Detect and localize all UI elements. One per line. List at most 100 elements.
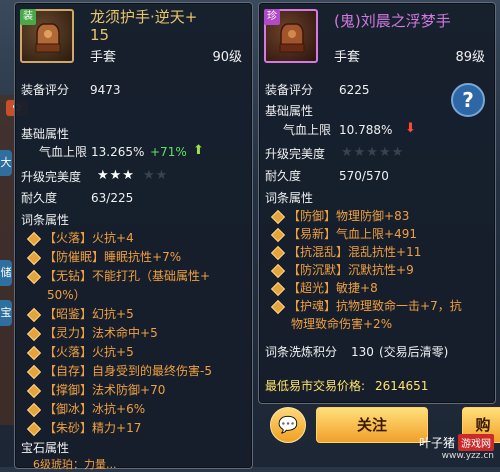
diamond-bullet-icon bbox=[26, 269, 42, 284]
score-label: 装备评分 bbox=[265, 83, 314, 97]
affix-row: 【撑御】法术防御+70 bbox=[26, 383, 166, 398]
affix-row: 【易新】气血上限+491 bbox=[270, 227, 417, 242]
affix-text: 冰抗+6% bbox=[92, 402, 146, 416]
stars-empty: ★★ bbox=[143, 168, 169, 183]
affix-text: 法术防御+70 bbox=[92, 383, 166, 397]
affix-tag: 【护魂】 bbox=[288, 299, 337, 313]
wash-value: 130 bbox=[351, 345, 374, 359]
affix-text: 法术命中+5 bbox=[92, 326, 158, 340]
affix-tag: 【撑御】 bbox=[44, 383, 93, 397]
affix-row: 【御冰】冰抗+6% bbox=[26, 402, 146, 417]
watermark-url: www.yzz.cn bbox=[441, 451, 494, 461]
item-name: 龙须护手·逆天+ bbox=[90, 8, 198, 26]
affix-text: 幻抗+5 bbox=[92, 307, 134, 321]
base-stat-name: 气血上限 bbox=[283, 123, 332, 137]
diamond-bullet-icon bbox=[270, 245, 286, 260]
base-attr-label: 基础属性 bbox=[21, 127, 70, 141]
affix-text: 精力+17 bbox=[92, 421, 142, 435]
diamond-bullet-icon bbox=[270, 263, 286, 278]
equipped-item-tooltip: 装 龙须护手·逆天+ 15 手套 90级 装备评分 9473 基础属性 气血上限… bbox=[14, 2, 253, 471]
affix-text: 敏捷+8 bbox=[336, 281, 378, 295]
affix-tag: 【火落】 bbox=[44, 231, 93, 245]
item-type: 手套 bbox=[90, 50, 117, 65]
affix-row: 50%） bbox=[47, 288, 86, 302]
base-stat-name: 气血上限 bbox=[39, 145, 88, 159]
wash-label: 词条洗炼积分 bbox=[265, 345, 338, 359]
diamond-bullet-icon bbox=[26, 326, 42, 341]
chat-icon[interactable]: 💬 bbox=[270, 407, 306, 443]
affix-label: 词条属性 bbox=[265, 191, 314, 205]
durability-value: 63/225 bbox=[91, 191, 134, 205]
affix-row: 【防催眠】睡眠抗性+7% bbox=[26, 250, 182, 265]
arrow-up-icon: ⬆ bbox=[193, 143, 204, 158]
diamond-bullet-icon bbox=[26, 364, 42, 379]
score-label: 装备评分 bbox=[21, 83, 70, 97]
watermark-brand: 叶子猪 bbox=[418, 436, 455, 450]
affix-tag: 【御冰】 bbox=[44, 402, 93, 416]
item-name-suffix: 15 bbox=[90, 26, 110, 44]
stars-empty: ★★★★★ bbox=[341, 145, 405, 160]
affix-text: 物理防御+83 bbox=[336, 209, 410, 223]
item-level: 89级 bbox=[455, 50, 485, 65]
affix-tag: 【无钻】 bbox=[44, 269, 93, 283]
affix-tag: 【朱砂】 bbox=[44, 421, 93, 435]
affix-row: 【抗混乱】混乱抗性+11 bbox=[270, 245, 421, 260]
stars-filled: ★★★ bbox=[97, 168, 135, 183]
affix-text: 睡眠抗性+7% bbox=[104, 250, 182, 264]
affix-tag: 【灵力】 bbox=[44, 326, 93, 340]
affix-row: 物理致命伤害+2% bbox=[291, 317, 392, 331]
score-value: 6225 bbox=[339, 83, 370, 97]
affix-tag: 【昭鉴】 bbox=[44, 307, 93, 321]
affix-row: 【昭鉴】幻抗+5 bbox=[26, 307, 134, 322]
base-stat-value: 13.265% bbox=[91, 145, 145, 159]
durability-label: 耐久度 bbox=[265, 169, 302, 183]
bg-tab-3[interactable]: 宝 bbox=[0, 300, 12, 326]
perfection-label: 升级完美度 bbox=[265, 147, 326, 161]
diamond-bullet-icon bbox=[26, 383, 42, 398]
diamond-bullet-icon bbox=[26, 345, 42, 360]
watermark: 叶子猪 游戏网 www.yzz.cn bbox=[419, 434, 494, 461]
watermark-logo: 游戏网 bbox=[458, 434, 494, 451]
affix-row: 【护魂】抗物理致命一击+7，抗 bbox=[270, 299, 462, 314]
diamond-bullet-icon bbox=[270, 227, 286, 242]
diamond-bullet-icon bbox=[26, 402, 42, 417]
affix-label: 词条属性 bbox=[21, 213, 70, 227]
affix-row: 【超光】敏捷+8 bbox=[270, 281, 378, 296]
item-icon-gloves: 珍 bbox=[264, 9, 318, 63]
diamond-bullet-icon bbox=[26, 250, 42, 265]
durability-label: 耐久度 bbox=[21, 191, 58, 205]
help-button[interactable]: ? bbox=[451, 83, 485, 117]
base-stat-bonus: +71% bbox=[150, 145, 187, 159]
diamond-bullet-icon bbox=[270, 281, 286, 296]
item-name: (鬼)刘晨之浮梦手 bbox=[334, 12, 451, 30]
affix-tag: 【自存】 bbox=[44, 364, 93, 378]
affix-tag: 【抗混乱】 bbox=[288, 245, 349, 259]
score-value: 9473 bbox=[90, 83, 121, 97]
affix-text: 气血上限+491 bbox=[336, 227, 417, 241]
affix-text: 50%） bbox=[47, 288, 86, 302]
affix-tag: 【火落】 bbox=[44, 345, 93, 359]
affix-text: 自身受到的最终伤害-5 bbox=[92, 364, 212, 378]
affix-text: 抗物理致命一击+7，抗 bbox=[336, 299, 462, 313]
item-type: 手套 bbox=[334, 50, 361, 65]
gem-value: 6级琥珀：力量... bbox=[33, 458, 117, 471]
arrow-down-icon: ⬇ bbox=[405, 121, 416, 136]
affix-row: 【火落】火抗+5 bbox=[26, 345, 134, 360]
base-stat-value: 10.788% bbox=[339, 123, 393, 137]
affix-row: 【防沉默】沉默抗性+9 bbox=[270, 263, 414, 278]
perfection-label: 升级完美度 bbox=[21, 170, 82, 184]
bg-tab-1[interactable]: 大 bbox=[0, 150, 12, 176]
durability-value: 570/570 bbox=[339, 169, 389, 183]
affix-tag: 【超光】 bbox=[288, 281, 337, 295]
affix-tag: 【防催眠】 bbox=[44, 250, 105, 264]
item-icon-gloves: 装 bbox=[20, 9, 74, 63]
affix-text: 沉默抗性+9 bbox=[348, 263, 414, 277]
glove-icon bbox=[279, 23, 305, 53]
follow-button[interactable]: 关注 bbox=[316, 407, 428, 443]
gem-label: 宝石属性 bbox=[21, 441, 70, 455]
affix-row: 【自存】自身受到的最终伤害-5 bbox=[26, 364, 212, 379]
affix-text: 物理致命伤害+2% bbox=[291, 317, 393, 331]
affix-row: 【防御】物理防御+83 bbox=[270, 209, 410, 224]
bg-tab-2[interactable]: 储 bbox=[0, 260, 12, 286]
affix-row: 【无钻】不能打孔（基础属性+ bbox=[26, 269, 210, 284]
